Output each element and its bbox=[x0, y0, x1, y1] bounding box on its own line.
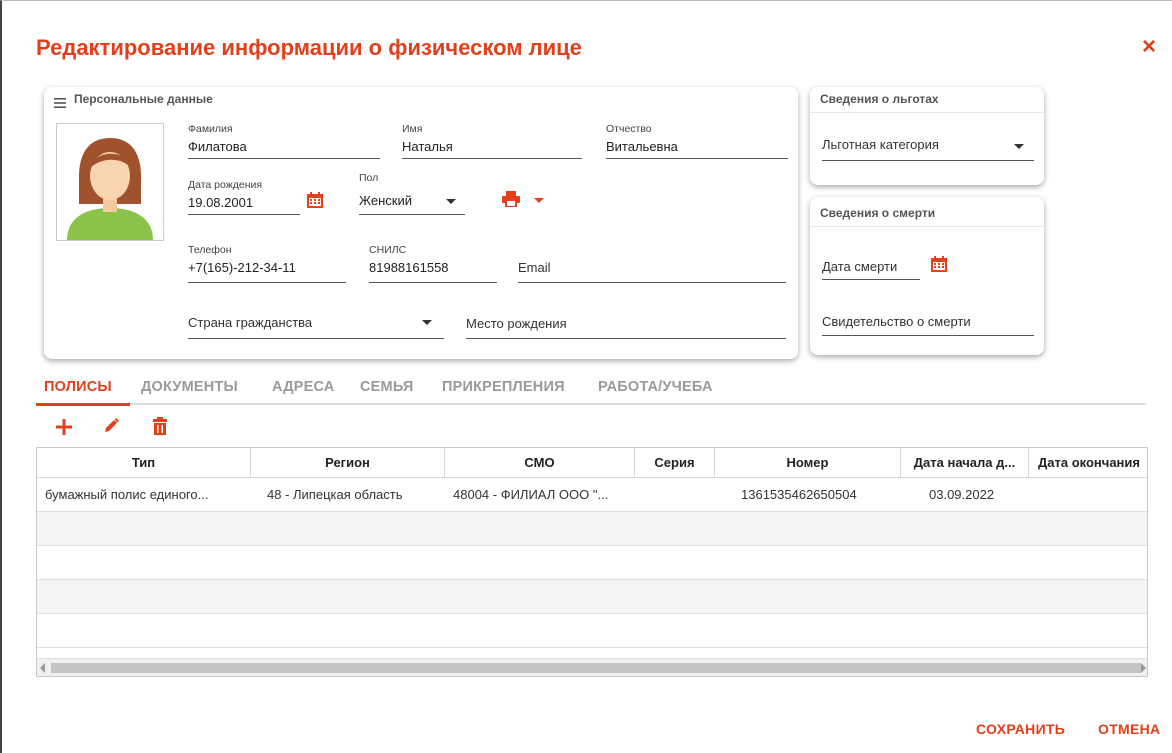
tab-addresses[interactable]: АДРЕСА bbox=[272, 379, 334, 395]
benefit-category-underline bbox=[822, 160, 1034, 161]
birthdate-label: Дата рождения bbox=[188, 179, 263, 191]
death-calendar-icon[interactable] bbox=[930, 255, 948, 273]
table-cell-smo: 48004 - ФИЛИАЛ ООО "... bbox=[453, 487, 609, 502]
phone-field[interactable]: +7(165)-212-34-11 bbox=[188, 260, 296, 275]
gender-chevron-down-icon[interactable] bbox=[446, 199, 456, 204]
pencil-icon[interactable] bbox=[102, 417, 120, 435]
name-underline bbox=[402, 158, 582, 159]
tab-family[interactable]: СЕМЬЯ bbox=[360, 379, 414, 395]
death-header: Сведения о смерти bbox=[820, 206, 936, 220]
table-cell-end-date bbox=[1037, 478, 1147, 512]
dialog: Редактирование информации о физическом л… bbox=[0, 0, 1172, 753]
surname-label: Фамилия bbox=[188, 123, 233, 135]
table-row-empty bbox=[37, 614, 1147, 648]
email-field[interactable]: Email bbox=[518, 260, 551, 275]
snils-underline bbox=[369, 282, 497, 283]
name-field[interactable]: Наталья bbox=[402, 139, 453, 154]
close-icon[interactable]: × bbox=[1142, 35, 1156, 59]
scroll-right-arrow-icon[interactable] bbox=[1141, 663, 1146, 673]
horizontal-scrollbar[interactable] bbox=[37, 658, 1147, 676]
death-card: Сведения о смерти Дата смерти Свидетельс… bbox=[810, 197, 1044, 355]
table-row[interactable]: бумажный полис единого... 48 - Липецкая … bbox=[37, 478, 1147, 512]
email-underline bbox=[518, 282, 786, 283]
table-cell-type: бумажный полис единого... bbox=[45, 487, 209, 502]
column-header-series[interactable]: Серия bbox=[635, 448, 715, 478]
save-button[interactable]: СОХРАНИТЬ bbox=[976, 721, 1065, 737]
table-row-empty bbox=[37, 512, 1147, 546]
avatar[interactable] bbox=[56, 123, 164, 241]
column-header-region[interactable]: Регион bbox=[251, 448, 445, 478]
benefit-category-chevron-down-icon[interactable] bbox=[1014, 144, 1024, 149]
citizenship-select[interactable]: Страна гражданства bbox=[188, 315, 312, 330]
personal-data-card: Персональные данные Фамилия Филатова Имя… bbox=[44, 87, 798, 359]
birthplace-underline bbox=[466, 338, 786, 339]
trash-icon[interactable] bbox=[152, 417, 168, 435]
tab-documents[interactable]: ДОКУМЕНТЫ bbox=[141, 379, 238, 395]
table-cell-start-date: 03.09.2022 bbox=[929, 487, 995, 502]
gender-label: Пол bbox=[359, 172, 379, 184]
calendar-icon[interactable] bbox=[306, 191, 324, 209]
column-header-start-date[interactable]: Дата начала д... bbox=[901, 448, 1029, 478]
phone-underline bbox=[188, 282, 346, 283]
death-certificate-underline bbox=[822, 335, 1034, 336]
menu-icon[interactable] bbox=[54, 95, 66, 108]
table-cell-region: 48 - Липецкая область bbox=[267, 487, 403, 502]
printer-chevron-down-icon[interactable] bbox=[534, 198, 544, 203]
column-header-end-date[interactable]: Дата окончания bbox=[1029, 448, 1147, 478]
benefits-header: Сведения о льготах bbox=[820, 92, 939, 106]
active-tab-indicator bbox=[36, 403, 130, 406]
tab-policies[interactable]: ПОЛИСЫ bbox=[44, 379, 112, 395]
tab-work-study[interactable]: РАБОТА/УЧЕБА bbox=[598, 379, 713, 395]
citizenship-chevron-down-icon[interactable] bbox=[422, 320, 432, 325]
printer-icon[interactable] bbox=[502, 191, 520, 208]
column-header-smo[interactable]: СМО bbox=[445, 448, 635, 478]
policies-table: Тип Регион СМО Серия Номер Дата начала д… bbox=[36, 447, 1148, 677]
death-date-underline bbox=[822, 279, 920, 280]
scrollbar-thumb[interactable] bbox=[51, 663, 1141, 673]
gender-underline bbox=[359, 214, 465, 215]
snils-field[interactable]: 81988161558 bbox=[369, 260, 449, 275]
phone-label: Телефон bbox=[188, 244, 232, 256]
surname-underline bbox=[188, 158, 380, 159]
benefits-divider bbox=[810, 112, 1044, 113]
patronymic-label: Отчество bbox=[606, 123, 652, 135]
snils-label: СНИЛС bbox=[369, 244, 407, 256]
benefit-category-select[interactable]: Льготная категория bbox=[822, 137, 939, 152]
table-cell-series bbox=[643, 478, 713, 512]
table-cell-number: 1361535462650504 bbox=[741, 487, 857, 502]
dialog-title: Редактирование информации о физическом л… bbox=[36, 35, 582, 60]
tab-attachments[interactable]: ПРИКРЕПЛЕНИЯ bbox=[442, 379, 565, 395]
personal-data-header: Персональные данные bbox=[74, 92, 213, 106]
table-row-empty bbox=[37, 580, 1147, 614]
birthdate-underline bbox=[188, 214, 300, 215]
column-header-type[interactable]: Тип bbox=[37, 448, 251, 478]
column-header-number[interactable]: Номер bbox=[715, 448, 901, 478]
death-date-field[interactable]: Дата смерти bbox=[822, 259, 897, 274]
patronymic-field[interactable]: Витальевна bbox=[606, 139, 678, 154]
surname-field[interactable]: Филатова bbox=[188, 139, 247, 154]
benefits-card: Сведения о льготах Льготная категория bbox=[810, 87, 1044, 185]
gender-select[interactable]: Женский bbox=[359, 193, 412, 208]
birthdate-field[interactable]: 19.08.2001 bbox=[188, 195, 253, 210]
table-header: Тип Регион СМО Серия Номер Дата начала д… bbox=[37, 448, 1147, 478]
death-divider bbox=[810, 226, 1044, 227]
table-row-empty bbox=[37, 546, 1147, 580]
birthplace-field[interactable]: Место рождения bbox=[466, 316, 567, 331]
tab-bar: ПОЛИСЫ ДОКУМЕНТЫ АДРЕСА СЕМЬЯ ПРИКРЕПЛЕН… bbox=[36, 379, 1146, 406]
patronymic-underline bbox=[606, 158, 788, 159]
scroll-left-arrow-icon[interactable] bbox=[40, 663, 45, 673]
name-label: Имя bbox=[402, 123, 423, 135]
plus-icon[interactable] bbox=[55, 418, 73, 436]
cancel-button[interactable]: ОТМЕНА bbox=[1098, 721, 1160, 737]
death-certificate-field[interactable]: Свидетельство о смерти bbox=[822, 314, 971, 329]
citizenship-underline bbox=[188, 338, 444, 339]
